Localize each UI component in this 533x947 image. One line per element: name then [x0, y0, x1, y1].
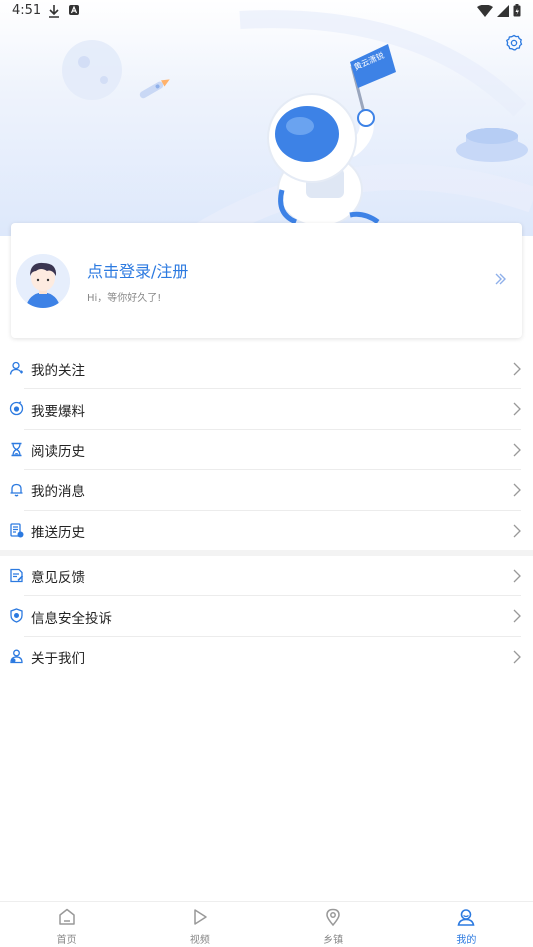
tab-label: 视频: [189, 935, 210, 946]
default-avatar-icon: [16, 254, 70, 308]
menu-group-support: 意见反馈 信息安全投诉 关于我们: [0, 556, 533, 677]
menu-group-account: 我的关注 我要爆料 阅读历史 我的消息 推送历史: [0, 349, 533, 551]
feedback-icon: [10, 568, 24, 583]
about-us-icon: [10, 649, 23, 663]
chevron-right-icon: [513, 524, 521, 538]
menu-label: 关于我们: [31, 650, 85, 667]
menu-label: 我的消息: [31, 484, 85, 501]
menu-item-feedback[interactable]: 意见反馈: [0, 556, 533, 597]
chevron-right-icon: [513, 443, 521, 457]
menu-item-security-complaint[interactable]: 信息安全投诉: [0, 596, 533, 638]
menu-item-about-us[interactable]: 关于我们: [0, 637, 533, 677]
menu-item-push-history[interactable]: 推送历史: [0, 511, 533, 551]
double-chevron-right-icon[interactable]: [494, 272, 508, 286]
home-icon: [58, 908, 75, 925]
menu-item-my-messages[interactable]: 我的消息: [0, 470, 533, 511]
menu-item-submit-tip[interactable]: 我要爆料: [0, 389, 533, 431]
menu-label: 阅读历史: [31, 443, 85, 460]
status-time: 4:51: [12, 3, 42, 18]
chevron-right-icon: [513, 569, 521, 583]
chevron-right-icon: [513, 483, 521, 497]
tab-label: 我的: [456, 935, 477, 946]
chevron-right-icon: [513, 362, 521, 376]
notification-a-icon: [69, 5, 79, 15]
avatar: [16, 254, 70, 308]
tab-label: 首页: [56, 935, 77, 946]
menu-label: 信息安全投诉: [31, 610, 112, 627]
gear-icon: [506, 34, 523, 51]
menu-label: 我的关注: [31, 363, 85, 380]
signal-icon: [497, 4, 509, 17]
push-history-icon: [10, 522, 24, 538]
download-icon: [49, 5, 59, 18]
menu-item-reading-history[interactable]: 阅读历史: [0, 430, 533, 471]
chevron-right-icon: [513, 402, 521, 416]
astronaut-illustration: [62, 10, 533, 236]
menu-item-my-follows[interactable]: 我的关注: [0, 349, 533, 390]
login-greeting: Hi，等你好久了!: [87, 293, 162, 304]
shield-icon: [10, 608, 23, 624]
menu-label: 我要爆料: [31, 403, 85, 420]
bottom-tab-bar: 首页 视频 乡镇 我的: [0, 901, 533, 947]
login-register-link[interactable]: 点击登录/注册: [87, 258, 188, 282]
tab-mine[interactable]: 我的: [400, 902, 533, 947]
tab-township[interactable]: 乡镇: [267, 902, 400, 947]
menu-label: 推送历史: [31, 524, 85, 541]
user-follow-icon: [9, 361, 23, 375]
battery-icon: [513, 4, 521, 17]
chevron-right-icon: [513, 609, 521, 623]
wifi-icon: [477, 4, 493, 17]
chevron-right-icon: [513, 650, 521, 664]
status-bar: 4:51: [0, 0, 533, 24]
profile-header-banner: 黄云潇锐: [0, 0, 533, 236]
settings-button[interactable]: [505, 34, 523, 52]
location-pin-icon: [326, 908, 340, 927]
tab-home[interactable]: 首页: [0, 902, 133, 947]
tab-label: 乡镇: [323, 935, 344, 946]
play-icon: [194, 909, 207, 925]
menu-label: 意见反馈: [31, 570, 85, 587]
tab-video[interactable]: 视频: [133, 902, 266, 947]
hourglass-icon: [11, 442, 22, 457]
login-card[interactable]: 点击登录/注册 Hi，等你好久了!: [11, 223, 522, 338]
bell-icon: [10, 484, 23, 497]
report-news-icon: [9, 401, 24, 416]
profile-icon: [457, 909, 475, 926]
